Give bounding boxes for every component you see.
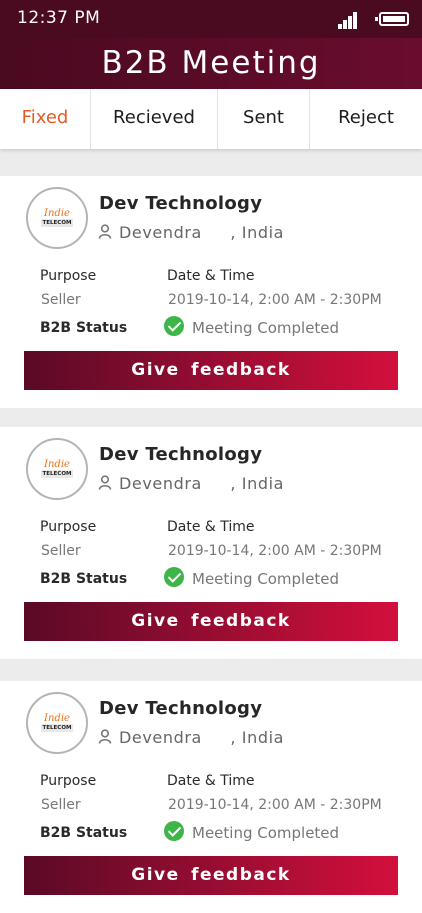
company-logo: Indie TELECOM xyxy=(26,438,88,500)
contact-location: , India xyxy=(230,474,285,493)
datetime-value: 2019-10-14, 2:00 AM - 2:30PM xyxy=(168,292,382,308)
b2b-status-label: B2B Status xyxy=(40,825,128,841)
meeting-card: Indie TELECOM Dev Technology Devendra , … xyxy=(0,427,422,659)
company-logo: Indie TELECOM xyxy=(26,692,88,754)
tab-bar: Fixed Recieved Sent Reject xyxy=(0,89,422,149)
contact-person: Devendra xyxy=(119,728,202,747)
company-name: Dev Technology xyxy=(99,193,263,214)
b2b-status-label: B2B Status xyxy=(40,320,128,336)
signal-icon xyxy=(338,11,362,29)
person-icon xyxy=(98,224,112,239)
b2b-status-value: Meeting Completed xyxy=(192,319,340,337)
contact-location: , India xyxy=(230,223,285,242)
company-name: Dev Technology xyxy=(99,444,263,465)
purpose-label: Purpose xyxy=(40,268,97,284)
contact-line: Devendra , India xyxy=(119,223,284,242)
datetime-label: Date & Time xyxy=(167,773,255,789)
tab-fixed[interactable]: Fixed xyxy=(0,89,91,149)
give-feedback-button[interactable]: Give feedback xyxy=(24,856,398,895)
company-name: Dev Technology xyxy=(99,698,263,719)
datetime-value: 2019-10-14, 2:00 AM - 2:30PM xyxy=(168,543,382,559)
person-icon xyxy=(98,475,112,490)
app-header: B2B Meeting xyxy=(0,38,422,89)
b2b-status-label: B2B Status xyxy=(40,571,128,587)
person-icon xyxy=(98,729,112,744)
battery-icon xyxy=(375,12,409,26)
contact-line: Devendra , India xyxy=(119,474,284,493)
contact-person: Devendra xyxy=(119,474,202,493)
check-circle-icon xyxy=(164,821,184,841)
tab-sent[interactable]: Sent xyxy=(218,89,310,149)
tab-reject[interactable]: Reject xyxy=(310,89,422,149)
give-feedback-button[interactable]: Give feedback xyxy=(24,351,398,390)
purpose-value: Seller xyxy=(41,292,81,308)
purpose-value: Seller xyxy=(41,797,81,813)
datetime-label: Date & Time xyxy=(167,519,255,535)
check-circle-icon xyxy=(164,316,184,336)
contact-person: Devendra xyxy=(119,223,202,242)
b2b-status-value: Meeting Completed xyxy=(192,570,340,588)
contact-location: , India xyxy=(230,728,285,747)
datetime-value: 2019-10-14, 2:00 AM - 2:30PM xyxy=(168,797,382,813)
purpose-value: Seller xyxy=(41,543,81,559)
purpose-label: Purpose xyxy=(40,773,97,789)
tab-recieved[interactable]: Recieved xyxy=(91,89,218,149)
datetime-label: Date & Time xyxy=(167,268,255,284)
page-title: B2B Meeting xyxy=(101,45,321,81)
give-feedback-button[interactable]: Give feedback xyxy=(24,602,398,641)
status-time: 12:37 PM xyxy=(17,8,101,28)
b2b-status-value: Meeting Completed xyxy=(192,824,340,842)
purpose-label: Purpose xyxy=(40,519,97,535)
contact-line: Devendra , India xyxy=(119,728,284,747)
meeting-card: Indie TELECOM Dev Technology Devendra , … xyxy=(0,681,422,913)
status-bar: 12:37 PM xyxy=(0,0,422,38)
company-logo: Indie TELECOM xyxy=(26,187,88,249)
check-circle-icon xyxy=(164,567,184,587)
meeting-card: Indie TELECOM Dev Technology Devendra , … xyxy=(0,176,422,408)
